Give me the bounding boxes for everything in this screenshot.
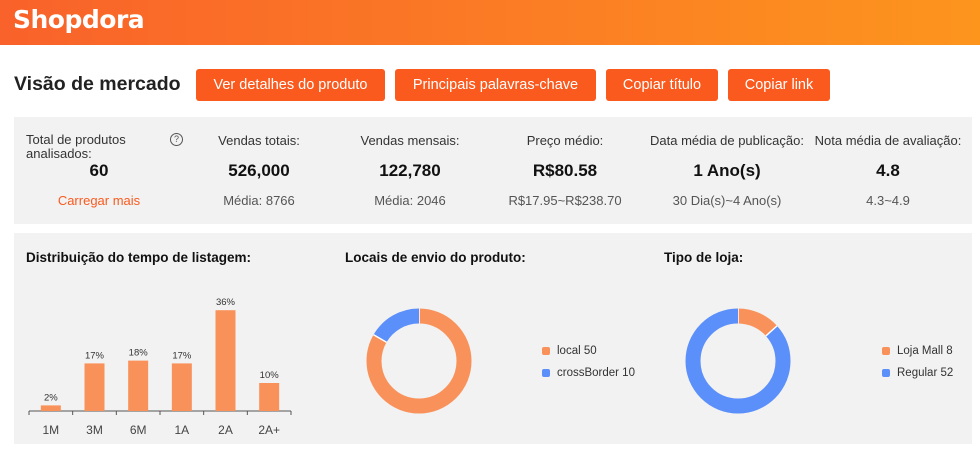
stat-publication-date-range: 30 Dia(s)~4 Ano(s): [672, 193, 782, 208]
legend-swatch-orange: [882, 347, 890, 355]
top-bar: Shopdora: [0, 0, 980, 45]
listing-time-chart-title: Distribuição do tempo de listagem:: [26, 250, 252, 265]
x-tick-label: 2A: [218, 423, 233, 437]
x-tick-label: 6M: [130, 423, 147, 437]
charts-panel: Distribuição do tempo de listagem: Locai…: [14, 233, 972, 444]
legend-swatch-orange: [542, 347, 550, 355]
bar-data-label: 10%: [260, 370, 280, 381]
bar-6M: [128, 360, 149, 411]
store-type-legend: Loja Mall 8 Regular 52: [882, 340, 953, 384]
stat-avg-price-value: R$80.58: [532, 161, 598, 180]
legend-item-regular[interactable]: Regular 52: [882, 362, 953, 384]
stat-monthly-sales-label: Vendas mensais:: [360, 133, 460, 148]
legend-label: local 50: [557, 345, 597, 357]
stat-monthly-sales-avg: Média: 2046: [374, 193, 446, 208]
stat-total-sales-value: 526,000: [228, 161, 290, 180]
stat-avg-price: Preço médio: R$80.58 R$17.95~R$238.70: [500, 117, 630, 224]
copy-title-button[interactable]: Copiar título: [606, 69, 718, 101]
legend-label: Loja Mall 8: [897, 345, 953, 357]
x-tick-label: 3M: [86, 423, 103, 437]
stat-total-sales-avg: Média: 8766: [223, 193, 295, 208]
shipping-legend: local 50 crossBorder 10: [542, 340, 635, 384]
legend-swatch-blue: [882, 369, 890, 377]
stat-monthly-sales: Vendas mensais: 122,780 Média: 2046: [350, 117, 470, 224]
help-icon[interactable]: ?: [170, 133, 183, 146]
bar-3M: [84, 363, 105, 411]
stat-analyzed-label: Total de produtos analisados:: [26, 132, 126, 161]
bar-2A+: [259, 383, 280, 411]
legend-item-loja-mall[interactable]: Loja Mall 8: [882, 340, 953, 362]
bar-data-label: 17%: [85, 350, 105, 361]
x-tick-label: 1M: [42, 423, 59, 437]
bar-2A: [215, 310, 236, 411]
stat-avg-rating-value: 4.8: [876, 161, 900, 180]
stat-avg-rating-label: Nota média de avaliação:: [814, 133, 962, 148]
stat-avg-rating: Nota média de avaliação: 4.8 4.3~4.9: [808, 117, 968, 224]
legend-swatch-blue: [542, 369, 550, 377]
stat-avg-rating-range: 4.3~4.9: [866, 193, 910, 208]
bar-data-label: 36%: [216, 297, 236, 308]
listing-time-bar-chart: 2% 1M 17% 3M 18% 6M 17% 1A 36% 2A 10% 2A+: [28, 297, 292, 437]
stat-analyzed-value: 60: [89, 161, 109, 180]
x-tick-label: 1A: [174, 423, 189, 437]
view-product-details-button[interactable]: Ver detalhes do produto: [196, 69, 385, 101]
stat-analyzed: Total de produtos analisados: ? 60 Carre…: [14, 117, 192, 224]
legend-item-local[interactable]: local 50: [542, 340, 635, 362]
stat-total-sales-label: Vendas totais:: [218, 133, 300, 148]
stat-publication-date-value: 1 Ano(s): [693, 161, 761, 180]
stat-monthly-sales-value: 122,780: [379, 161, 441, 180]
bar-1A: [171, 363, 192, 411]
shipping-locations-donut-chart: [366, 308, 472, 414]
store-type-chart-title: Tipo de loja:: [664, 250, 744, 265]
copy-link-button[interactable]: Copiar link: [728, 69, 830, 101]
stat-publication-date-label: Data média de publicação:: [650, 133, 804, 148]
stat-avg-price-label: Preço médio:: [526, 133, 604, 148]
shipping-locations-chart-title: Locais de envio do produto:: [345, 250, 526, 265]
bar-1M: [40, 405, 61, 411]
store-type-donut-chart: [685, 308, 791, 414]
legend-label: Regular 52: [897, 367, 954, 379]
top-keywords-button[interactable]: Principais palavras-chave: [395, 69, 596, 101]
x-tick-label: 2A+: [258, 423, 280, 437]
stat-avg-price-range: R$17.95~R$238.70: [508, 193, 622, 208]
bar-data-label: 2%: [44, 392, 58, 403]
load-more-link[interactable]: Carregar mais: [14, 193, 184, 208]
legend-label: crossBorder 10: [557, 367, 635, 379]
market-stats-bar: Total de produtos analisados: ? 60 Carre…: [14, 117, 972, 224]
legend-item-crossborder[interactable]: crossBorder 10: [542, 362, 635, 384]
bar-data-label: 18%: [129, 348, 149, 359]
stat-total-sales: Vendas totais: 526,000 Média: 8766: [199, 117, 319, 224]
stat-publication-date: Data média de publicação: 1 Ano(s) 30 Di…: [648, 117, 806, 224]
brand-logo[interactable]: Shopdora: [13, 5, 145, 34]
page-title: Visão de mercado: [14, 73, 181, 95]
bar-data-label: 17%: [172, 350, 192, 361]
